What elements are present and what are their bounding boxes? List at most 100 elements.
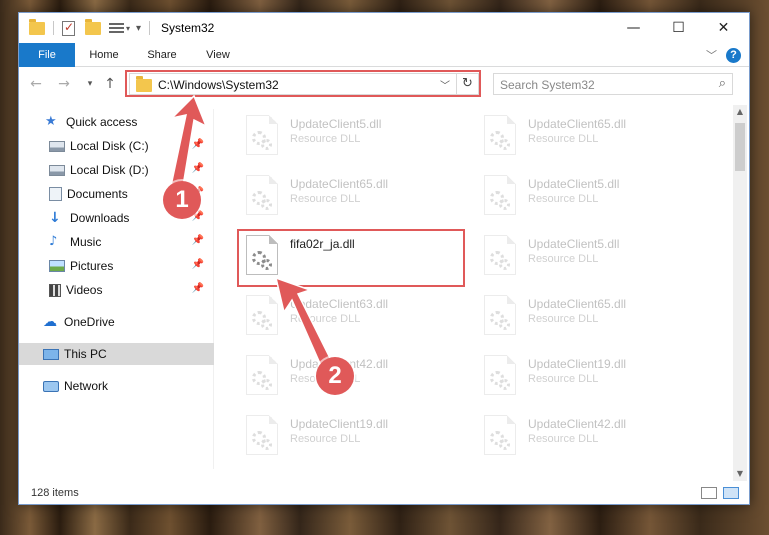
back-button[interactable]: ← bbox=[27, 74, 45, 94]
search-input[interactable]: Search System32 bbox=[500, 78, 595, 92]
file-tile[interactable]: UpdateClient5.dll Resource DLL bbox=[480, 171, 710, 227]
navigation-pane: ★ Quick access Local Disk (C:) 📌 Local D… bbox=[19, 109, 214, 469]
file-type: Resource DLL bbox=[290, 433, 361, 445]
scroll-up-icon[interactable]: ▲ bbox=[733, 105, 747, 119]
dll-file-icon bbox=[246, 415, 278, 455]
file-name: UpdateClient5.dll bbox=[528, 237, 620, 251]
dll-file-icon bbox=[484, 295, 516, 335]
sidebar-item-local-disk-d[interactable]: Local Disk (D:) 📌 bbox=[19, 159, 214, 181]
file-tile[interactable]: UpdateClient19.dll Resource DLL bbox=[480, 351, 710, 407]
folder-icon[interactable] bbox=[29, 18, 45, 35]
properties-icon[interactable] bbox=[62, 20, 75, 36]
file-tile[interactable]: UpdateClient63.dll Resource DLL bbox=[242, 291, 472, 347]
dll-file-icon bbox=[246, 175, 278, 215]
dll-file-icon bbox=[484, 235, 516, 275]
tab-view[interactable]: View bbox=[195, 43, 241, 67]
step-1-badge: 1 bbox=[163, 181, 201, 219]
customize-toolbar-icon[interactable]: ▾ bbox=[136, 23, 141, 34]
dll-file-icon bbox=[246, 115, 278, 155]
drive-icon bbox=[49, 164, 65, 176]
file-tile[interactable]: UpdateClient19.dll Resource DLL bbox=[242, 411, 472, 467]
pin-icon[interactable]: 📌 bbox=[192, 259, 204, 270]
file-type: Resource DLL bbox=[528, 313, 599, 325]
sidebar-item-label: Documents bbox=[67, 187, 128, 201]
file-tile[interactable]: UpdateClient65.dll Resource DLL bbox=[480, 111, 710, 167]
vertical-scrollbar[interactable]: ▲ ▼ bbox=[733, 105, 747, 481]
sidebar-item-quick-access[interactable]: ★ Quick access bbox=[19, 111, 214, 133]
toolbar-separator bbox=[53, 21, 54, 35]
sidebar-item-label: This PC bbox=[64, 347, 107, 361]
file-type: Resource DLL bbox=[528, 193, 599, 205]
view-options-icon[interactable] bbox=[109, 21, 124, 35]
sidebar-item-music[interactable]: ♪ Music 📌 bbox=[19, 231, 214, 253]
file-tile[interactable]: UpdateClient5.dll Resource DLL bbox=[242, 111, 472, 167]
ribbon-tabs: File Home Share View ﹀ ? bbox=[19, 43, 749, 67]
pin-icon[interactable]: 📌 bbox=[192, 283, 204, 294]
file-type: Resource DLL bbox=[528, 253, 599, 265]
forward-button[interactable]: → bbox=[55, 74, 73, 94]
dll-file-icon bbox=[246, 355, 278, 395]
sidebar-item-label: Downloads bbox=[70, 211, 130, 225]
sidebar-item-videos[interactable]: Videos 📌 bbox=[19, 279, 214, 301]
pin-icon[interactable]: 📌 bbox=[192, 163, 204, 174]
sidebar-item-onedrive[interactable]: ☁ OneDrive bbox=[19, 311, 214, 333]
sidebar-item-label: OneDrive bbox=[64, 315, 115, 329]
pin-icon[interactable]: 📌 bbox=[192, 235, 204, 246]
file-tile[interactable]: UpdateClient5.dll Resource DLL bbox=[480, 231, 710, 287]
details-view-button[interactable] bbox=[701, 487, 717, 499]
dll-file-icon bbox=[484, 115, 516, 155]
download-icon: ↓ bbox=[49, 210, 61, 226]
file-name: UpdateClient42.dll bbox=[528, 417, 627, 431]
new-folder-icon[interactable] bbox=[85, 18, 101, 35]
file-type: Resource DLL bbox=[290, 313, 361, 325]
close-button[interactable]: ✕ bbox=[701, 13, 746, 43]
window-title: System32 bbox=[161, 21, 215, 35]
music-icon: ♪ bbox=[49, 234, 58, 249]
file-highlight-box bbox=[237, 229, 465, 287]
minimize-button[interactable]: — bbox=[611, 13, 656, 43]
address-highlight-box bbox=[125, 70, 481, 97]
file-tile[interactable]: UpdateClient65.dll Resource DLL bbox=[242, 171, 472, 227]
file-tile[interactable]: UpdateClient42.dll Resource DLL bbox=[480, 411, 710, 467]
file-name: UpdateClient19.dll bbox=[290, 417, 389, 431]
tab-file[interactable]: File bbox=[19, 43, 75, 67]
item-count: 128 items bbox=[31, 487, 79, 499]
computer-icon bbox=[43, 348, 59, 360]
sidebar-item-this-pc[interactable]: This PC bbox=[19, 343, 214, 365]
dll-file-icon bbox=[484, 355, 516, 395]
tab-home[interactable]: Home bbox=[79, 43, 129, 67]
sidebar-item-label: Network bbox=[64, 379, 109, 393]
pictures-icon bbox=[49, 260, 65, 272]
sidebar-item-local-disk-c[interactable]: Local Disk (C:) 📌 bbox=[19, 135, 214, 157]
maximize-button[interactable]: ☐ bbox=[656, 13, 701, 43]
file-tile[interactable]: UpdateClient65.dll Resource DLL bbox=[480, 291, 710, 347]
recent-locations-button[interactable]: ▾ bbox=[81, 74, 99, 94]
navigation-bar: ← → ▾ ↑ C:\Windows\System32 ﹀ ↻ Search S… bbox=[19, 70, 749, 99]
sidebar-item-network[interactable]: Network bbox=[19, 375, 214, 397]
dll-file-icon bbox=[484, 415, 516, 455]
search-icon: ⌕ bbox=[718, 76, 726, 91]
tab-share[interactable]: Share bbox=[137, 43, 187, 67]
scroll-thumb[interactable] bbox=[735, 123, 745, 171]
expand-ribbon-icon[interactable]: ﹀ bbox=[706, 47, 717, 63]
sidebar-item-pictures[interactable]: Pictures 📌 bbox=[19, 255, 214, 277]
videos-icon bbox=[49, 283, 61, 297]
sidebar-item-label: Pictures bbox=[70, 259, 114, 273]
quick-access-toolbar: ▾ ▾ bbox=[29, 18, 151, 37]
pin-icon[interactable]: 📌 bbox=[192, 139, 204, 150]
drive-icon bbox=[49, 140, 65, 152]
large-icons-view-button[interactable] bbox=[723, 487, 739, 499]
status-bar: 128 items bbox=[19, 483, 749, 505]
toolbar-separator bbox=[149, 21, 151, 35]
scroll-down-icon[interactable]: ▼ bbox=[733, 467, 747, 481]
file-type: Resource DLL bbox=[528, 373, 599, 385]
up-button[interactable]: ↑ bbox=[101, 74, 119, 94]
sidebar-item-label: Quick access bbox=[66, 115, 138, 129]
search-box[interactable]: Search System32 ⌕ bbox=[493, 73, 733, 95]
help-button[interactable]: ? bbox=[726, 48, 741, 63]
file-name: UpdateClient65.dll bbox=[290, 177, 389, 191]
file-type: Resource DLL bbox=[290, 133, 361, 145]
documents-icon bbox=[49, 187, 62, 201]
file-tile[interactable]: UpdateClient42.dll Resource DLL bbox=[242, 351, 472, 407]
chevron-down-icon[interactable]: ▾ bbox=[126, 24, 130, 33]
